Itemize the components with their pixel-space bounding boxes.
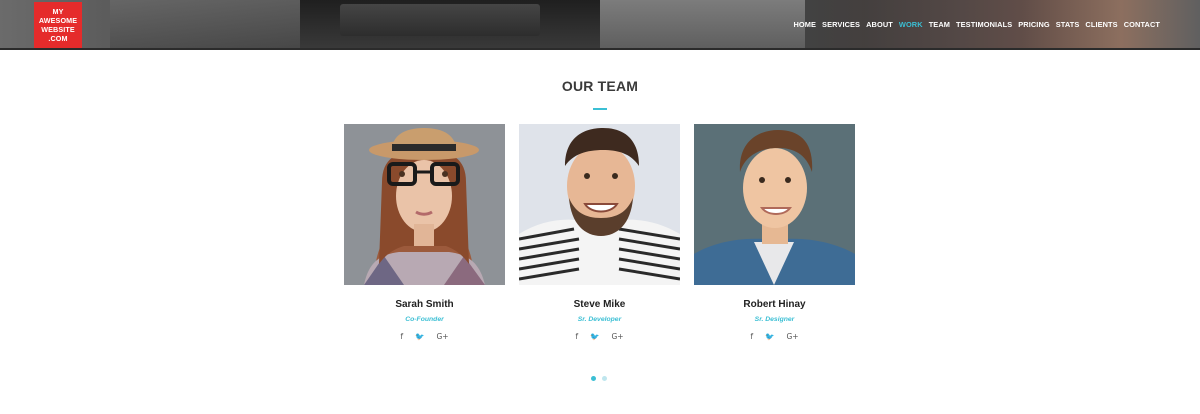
member-name: Steve Mike [573,299,626,310]
team-card: Sarah Smith Co-Founder f 🐦 G+ [344,124,505,341]
nav-services[interactable]: SERVICES [822,20,860,29]
twitter-icon[interactable]: 🐦 [590,332,599,341]
google-plus-icon[interactable]: G+ [611,332,623,341]
team-photo [519,124,680,285]
carousel-pagination [591,376,607,381]
main-nav: HOME SERVICES ABOUT WORK TEAM TESTIMONIA… [787,20,1160,29]
nav-contact[interactable]: CONTACT [1124,20,1160,29]
social-links: f 🐦 G+ [519,332,680,341]
header-background-image [300,0,600,50]
logo-line: MY [52,7,64,16]
nav-home[interactable]: HOME [793,20,816,29]
google-plus-icon[interactable]: G+ [436,332,448,341]
header-background-image [600,0,805,50]
site-header: MY AWESOME WEBSITE .COM HOME SERVICES AB… [0,0,1200,50]
team-card: Steve Mike Sr. Developer f 🐦 G+ [519,124,680,341]
facebook-icon[interactable]: f [400,332,403,341]
logo-line: .COM [48,34,68,43]
header-background-image [110,0,300,50]
nav-work[interactable]: WORK [899,20,923,29]
social-links: f 🐦 G+ [694,332,855,341]
social-links: f 🐦 G+ [344,332,505,341]
nav-pricing[interactable]: PRICING [1018,20,1050,29]
member-role: Co-Founder [405,316,444,323]
google-plus-icon[interactable]: G+ [786,332,798,341]
site-logo[interactable]: MY AWESOME WEBSITE .COM [34,2,82,48]
member-name: Robert Hinay [743,299,806,310]
member-name: Sarah Smith [395,299,454,310]
nav-stats[interactable]: STATS [1056,20,1080,29]
carousel-dot[interactable] [602,376,607,381]
facebook-icon[interactable]: f [750,332,753,341]
member-role: Sr. Designer [754,316,795,323]
twitter-icon[interactable]: 🐦 [415,332,424,341]
team-card: Robert Hinay Sr. Designer f 🐦 G+ [694,124,855,341]
logo-line: AWESOME [38,16,78,25]
nav-clients[interactable]: CLIENTS [1085,20,1117,29]
facebook-icon[interactable]: f [575,332,578,341]
team-photo [694,124,855,285]
member-role: Sr. Developer [577,316,622,323]
team-photo [344,124,505,285]
twitter-icon[interactable]: 🐦 [765,332,774,341]
section-title: OUR TEAM [561,78,639,94]
logo-line: WEBSITE [41,25,75,34]
nav-about[interactable]: ABOUT [866,20,893,29]
nav-testimonials[interactable]: TESTIMONIALS [956,20,1012,29]
title-underline [593,108,607,110]
nav-team[interactable]: TEAM [929,20,950,29]
carousel-dot-active[interactable] [591,376,596,381]
